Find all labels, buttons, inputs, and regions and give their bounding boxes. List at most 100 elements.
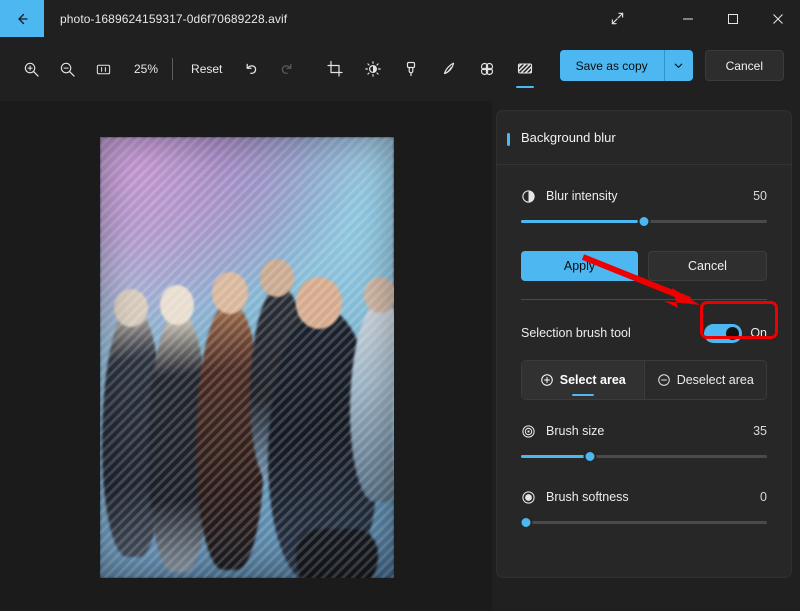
apply-cancel-row: Apply Cancel: [521, 251, 767, 281]
select-area-tab[interactable]: Select area: [522, 361, 644, 399]
maximize-icon: [727, 13, 739, 25]
actual-size-button[interactable]: [86, 52, 120, 86]
brightness-icon: [364, 60, 382, 78]
toolbar-divider: [172, 58, 173, 80]
save-as-copy-button[interactable]: Save as copy: [560, 50, 665, 81]
blur-intensity-slider[interactable]: [521, 213, 767, 231]
background-blur-tool-button[interactable]: [508, 49, 542, 89]
chevron-down-icon: [673, 60, 684, 71]
brush-softness-label: Brush softness: [546, 490, 629, 504]
brush-size-value: 35: [753, 424, 767, 438]
selection-brush-row: Selection brush tool On: [521, 320, 767, 346]
soft-circle-icon: [521, 490, 536, 505]
brush-size-slider[interactable]: [521, 448, 767, 466]
background-blur-icon: [516, 60, 534, 78]
panel-divider: [521, 299, 767, 300]
brush-size-label: Brush size: [546, 424, 604, 438]
panel-accent-bar: [507, 133, 510, 146]
blur-intensity-left: Blur intensity: [521, 189, 618, 204]
eraser-icon: [402, 60, 420, 78]
slider-fill: [521, 455, 590, 458]
person-head: [212, 272, 248, 314]
window-title: photo-1689624159317-0d6f70689228.avif: [60, 12, 287, 26]
maximize-button[interactable]: [710, 0, 755, 37]
window-controls: [597, 0, 800, 37]
slider-thumb[interactable]: [583, 450, 596, 463]
bag-silhouette: [296, 529, 378, 578]
apply-button[interactable]: Apply: [521, 251, 638, 281]
blur-intensity-row: Blur intensity 50: [521, 181, 767, 211]
blur-intensity-value: 50: [753, 189, 767, 203]
zoom-out-icon: [59, 61, 76, 78]
slider-fill: [521, 220, 644, 223]
crop-tool-button[interactable]: [318, 49, 352, 89]
slider-thumb[interactable]: [519, 516, 532, 529]
brush-softness-value: 0: [760, 490, 767, 504]
panel-cancel-button[interactable]: Cancel: [648, 251, 767, 281]
save-options-button[interactable]: [665, 50, 693, 81]
selection-brush-label: Selection brush tool: [521, 326, 631, 340]
brush-softness-left: Brush softness: [521, 490, 629, 505]
redo-icon: [278, 60, 296, 78]
command-bar: 25% Reset: [0, 37, 800, 101]
zoom-in-button[interactable]: [14, 52, 48, 86]
target-circle-icon: [521, 424, 536, 439]
slider-track: [521, 521, 767, 524]
person-head: [260, 259, 294, 297]
back-button[interactable]: [0, 0, 44, 37]
undo-icon: [242, 60, 260, 78]
markup-tool-button[interactable]: [432, 49, 466, 89]
redo-button[interactable]: [270, 52, 304, 86]
main-subject-head: [296, 277, 342, 329]
photos-editor-window: photo-1689624159317-0d6f70689228.avif: [0, 0, 800, 611]
zoom-controls: 25% Reset: [14, 49, 304, 89]
expand-button[interactable]: [597, 0, 637, 37]
select-mode-segmented: Select area Deselect area: [521, 360, 767, 400]
panel-header: Background blur: [497, 111, 791, 165]
retouch-tool-button[interactable]: [394, 49, 428, 89]
zoom-out-button[interactable]: [50, 52, 84, 86]
close-button[interactable]: [755, 0, 800, 37]
contrast-circle-icon: [521, 189, 536, 204]
image-canvas[interactable]: [0, 101, 492, 611]
brush-softness-slider[interactable]: [521, 514, 767, 532]
title-bar: photo-1689624159317-0d6f70689228.avif: [0, 0, 800, 37]
back-arrow-icon: [14, 11, 30, 27]
active-segment-indicator: [572, 394, 594, 397]
person-head: [364, 277, 394, 313]
filters-tool-button[interactable]: [470, 49, 504, 89]
editing-tools: [318, 49, 542, 89]
background-blur-panel: Background blur Blur intensity 50: [496, 110, 792, 578]
undo-button[interactable]: [234, 52, 268, 86]
deselect-area-tab[interactable]: Deselect area: [644, 361, 767, 399]
crop-icon: [326, 60, 344, 78]
cancel-edit-button[interactable]: Cancel: [705, 50, 784, 81]
selection-brush-toggle[interactable]: [704, 324, 742, 343]
deselect-area-label: Deselect area: [677, 373, 754, 387]
blur-intensity-label: Blur intensity: [546, 189, 618, 203]
select-area-label: Select area: [560, 373, 626, 387]
minimize-button[interactable]: [665, 0, 710, 37]
filters-icon: [478, 60, 496, 78]
slider-thumb[interactable]: [638, 215, 651, 228]
adjustment-tool-button[interactable]: [356, 49, 390, 89]
brush-size-row: Brush size 35: [521, 416, 767, 446]
zoom-in-icon: [23, 61, 40, 78]
person-head: [160, 285, 194, 325]
reset-button[interactable]: Reset: [181, 55, 232, 83]
toggle-knob: [726, 327, 739, 340]
one-to-one-icon: [95, 61, 112, 78]
selected-tool-indicator: [516, 86, 534, 89]
zoom-level-label: 25%: [122, 62, 168, 76]
minus-circle-icon: [657, 373, 671, 387]
expand-icon: [610, 11, 625, 26]
selection-brush-toggle-wrap: On: [704, 324, 767, 343]
save-as-copy-split-button: Save as copy: [560, 50, 693, 81]
plus-circle-icon: [540, 373, 554, 387]
close-icon: [772, 13, 784, 25]
person-head: [114, 289, 148, 327]
selection-brush-state: On: [750, 326, 767, 340]
minimize-icon: [682, 13, 694, 25]
brush-softness-row: Brush softness 0: [521, 482, 767, 512]
edited-photo[interactable]: [100, 137, 394, 578]
